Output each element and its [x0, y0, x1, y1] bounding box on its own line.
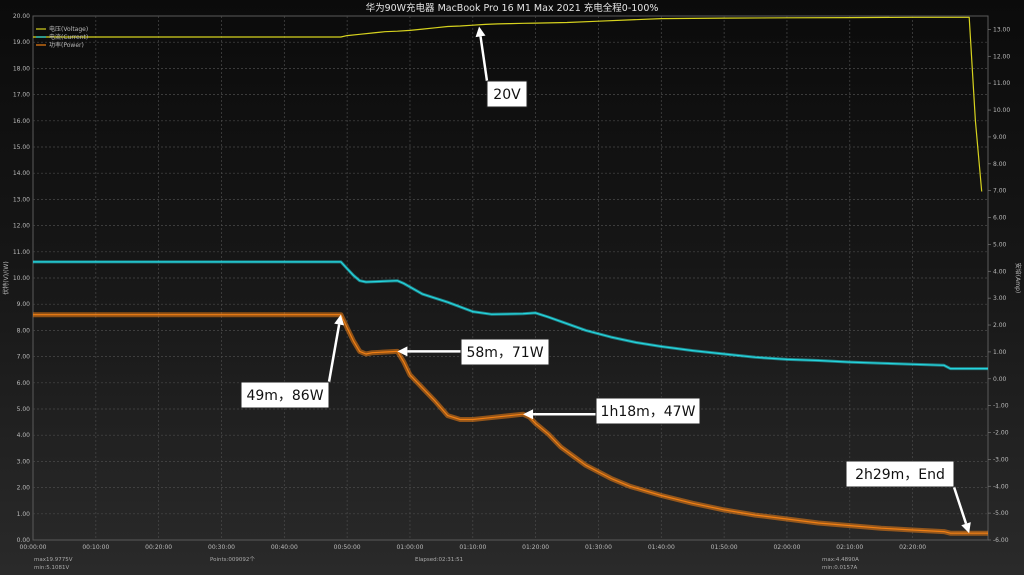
stat-max-voltage: max19.9775V: [34, 557, 73, 563]
stat-min-voltage: min:5.1081V: [34, 565, 69, 571]
y-left-tick-label: 16.00: [13, 118, 30, 125]
chart-window: 0.00 1.00 2.00 3.00 4.00 5.00 6.00 7.00 8.00 9.00…: [0, 0, 1024, 575]
x-tick-label: 00:20:00: [145, 544, 172, 551]
annotation-label: 58m，71W: [466, 345, 543, 361]
x-tick-label: 01:20:00: [522, 544, 549, 551]
chart-title: 华为90W充电器 MacBook Pro 16 M1 Max 2021 充电全程…: [366, 2, 659, 14]
y-left-tick-label: 3.00: [17, 458, 31, 465]
x-tick-label: 01:30:00: [585, 544, 612, 551]
stat-elapsed: Elapsed:02:31:51: [415, 557, 463, 563]
annotation-label: 20V: [493, 87, 521, 103]
legend-entry: 电压(Voltage): [49, 25, 88, 33]
stat-max-current: max:4.4890A: [822, 557, 859, 563]
y-left-tick-label: 14.00: [13, 170, 30, 177]
x-axis: 00:00:00 00:10:00 00:20:00 00:30:00 00:40:00…: [20, 544, 927, 551]
y-left-tick-label: 6.00: [17, 380, 31, 387]
y-left-tick-label: 7.00: [17, 354, 31, 361]
y-right-tick-label: 6.00: [993, 215, 1007, 222]
legend-entry: 功率(Power): [49, 41, 84, 49]
y-right-tick-label: 5.00: [993, 241, 1007, 248]
y-right-tick-label: -5.00: [993, 510, 1009, 517]
x-tick-label: 01:10:00: [459, 544, 486, 551]
stat-points: Points:009092个: [210, 556, 255, 563]
y-left-tick-label: 13.00: [13, 196, 30, 203]
y-left-tick-label: 20.00: [13, 13, 30, 20]
y-right-tick-label: 2.00: [993, 322, 1007, 329]
y-left-tick-label: 17.00: [13, 92, 30, 99]
y-right-tick-label: -4.00: [993, 483, 1009, 490]
legend: 电压(Voltage)电流(Current)功率(Power): [36, 25, 88, 49]
y-left-tick-label: 5.00: [17, 406, 31, 413]
legend-entry: 电流(Current): [49, 33, 88, 41]
y-right-tick-label: 8.00: [993, 161, 1007, 168]
y-right-tick-label: 4.00: [993, 268, 1007, 275]
y-axis-right-label: 安培(Amp): [1014, 263, 1022, 293]
y-right-tick-label: -6.00: [993, 537, 1009, 544]
y-right-tick-label: 1.00: [993, 349, 1007, 356]
y-right-tick-label: -1.00: [993, 403, 1009, 410]
y-left-tick-label: 4.00: [17, 432, 31, 439]
y-right-tick-label: 10.00: [993, 107, 1010, 114]
y-left-tick-label: 11.00: [13, 249, 30, 256]
x-tick-label: 02:10:00: [836, 544, 863, 551]
x-tick-label: 00:50:00: [334, 544, 361, 551]
annotation-label: 1h18m，47W: [601, 404, 696, 420]
y-right-tick-label: 12.00: [993, 53, 1010, 60]
annotation-arrow-shaft: [952, 486, 968, 525]
y-right-tick-label: 3.00: [993, 295, 1007, 302]
y-left-tick-label: 8.00: [17, 327, 31, 334]
y-left-tick-label: 9.00: [17, 301, 31, 308]
y-axis-left: 0.00 1.00 2.00 3.00 4.00 5.00 6.00 7.00 8.00 9.00…: [13, 13, 30, 544]
y-right-tick-label: 7.00: [993, 188, 1007, 195]
annotation-label: 2h29m，End: [855, 467, 945, 483]
annotation-arrow-head: [475, 26, 486, 38]
x-tick-label: 00:40:00: [271, 544, 298, 551]
y-right-tick-label: -2.00: [993, 430, 1009, 437]
x-tick-label: 00:00:00: [20, 544, 47, 551]
x-tick-label: 01:40:00: [648, 544, 675, 551]
stat-min-current: min:0.0157A: [822, 565, 857, 571]
y-right-tick-label: -3.00: [993, 456, 1009, 463]
x-tick-label: 00:30:00: [208, 544, 235, 551]
y-left-tick-label: 19.00: [13, 39, 30, 46]
y-left-tick-label: 15.00: [13, 144, 30, 151]
annotation-layer: 20V 49m，86W 58m，71W 1h18m，47W 2h29m，End: [240, 26, 971, 534]
annotation-label: 49m，86W: [246, 388, 323, 404]
annotation-arrow-shaft: [327, 324, 341, 383]
x-tick-label: 02:20:00: [899, 544, 926, 551]
y-left-tick-label: 2.00: [17, 485, 31, 492]
y-axis-right: -6.00 -5.00 -4.00 -3.00 -2.00 -1.00 0.00 1.00 2.…: [988, 26, 1010, 544]
x-tick-label: 02:00:00: [773, 544, 800, 551]
y-left-tick-label: 18.00: [13, 65, 30, 72]
x-tick-label: 01:00:00: [396, 544, 423, 551]
y-right-tick-label: 13.00: [993, 26, 1010, 33]
y-axis-left-label: 伏特(V)/(W): [2, 261, 10, 294]
annotation-arrow-shaft: [479, 36, 489, 82]
y-left-tick-label: 10.00: [13, 275, 30, 282]
y-right-tick-label: 11.00: [993, 80, 1010, 87]
y-left-tick-label: 12.00: [13, 223, 30, 230]
x-tick-label: 01:50:00: [711, 544, 738, 551]
y-right-tick-label: 9.00: [993, 134, 1007, 141]
charge-chart: 0.00 1.00 2.00 3.00 4.00 5.00 6.00 7.00 8.00 9.00…: [2, 2, 1022, 571]
x-tick-label: 00:10:00: [82, 544, 109, 551]
y-right-tick-label: 0.00: [993, 376, 1007, 383]
y-left-tick-label: 1.00: [17, 511, 31, 518]
y-left-tick-label: 0.00: [17, 537, 31, 544]
